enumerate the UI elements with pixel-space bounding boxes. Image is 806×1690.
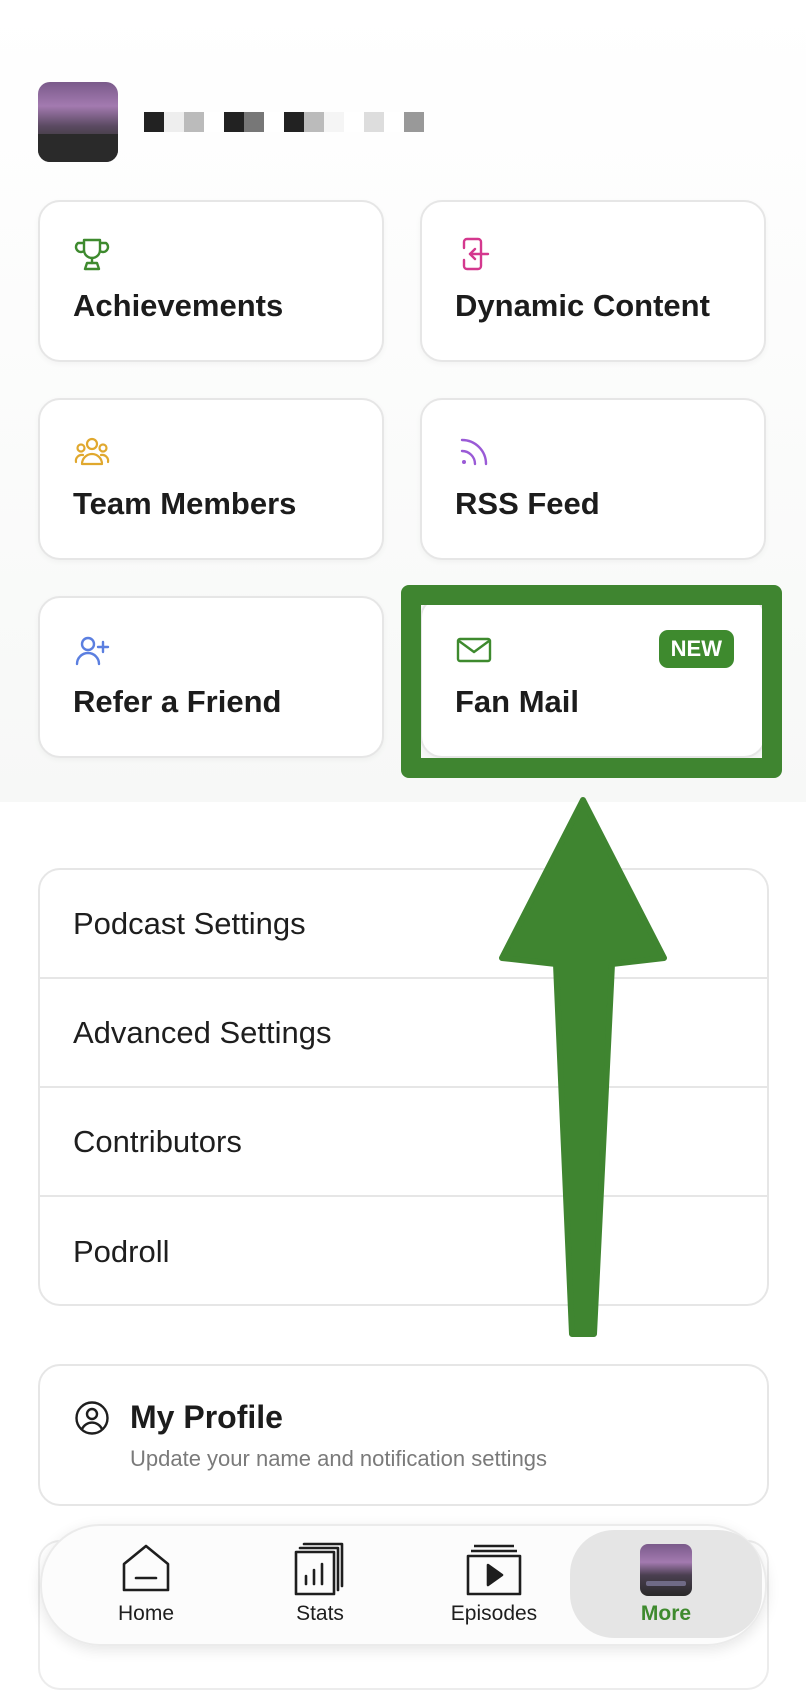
redacted-pixel (364, 112, 384, 132)
redacted-pixel (164, 112, 184, 132)
redacted-pixel (204, 112, 224, 132)
redacted-pixel (284, 112, 304, 132)
nav-episodes[interactable]: Episodes (414, 1540, 574, 1636)
home-icon (122, 1544, 170, 1592)
nav-label: Stats (296, 1602, 344, 1625)
redacted-pixel (384, 112, 404, 132)
redacted-pixel (244, 112, 264, 132)
profile-title: My Profile (130, 1399, 283, 1435)
redacted-pixel (304, 112, 324, 132)
insert-content-icon (462, 237, 490, 271)
user-circle-icon (75, 1401, 109, 1435)
nav-label: Episodes (450, 1602, 538, 1625)
rss-feed-card[interactable]: RSS Feed (420, 398, 766, 560)
status-bar-remnant (0, 0, 806, 30)
card-label: RSS Feed (455, 486, 600, 521)
nav-more[interactable]: More (570, 1530, 762, 1638)
redacted-pixel (404, 112, 424, 132)
rss-icon (460, 438, 488, 466)
dynamic-content-card[interactable]: Dynamic Content (420, 200, 766, 362)
achievements-card[interactable]: Achievements (38, 200, 384, 362)
redacted-pixel (184, 112, 204, 132)
settings-row-podcast-settings[interactable]: Podcast Settings (40, 870, 767, 979)
redacted-pixel (324, 112, 344, 132)
redacted-pixel (144, 112, 164, 132)
podcast-thumbnail (640, 1544, 692, 1596)
card-label: Refer a Friend (73, 684, 282, 719)
redacted-pixel (344, 112, 364, 132)
nav-home[interactable]: Home (66, 1540, 226, 1636)
card-label: Team Members (73, 486, 297, 521)
add-user-icon (75, 636, 110, 666)
podcast-header[interactable] (38, 82, 424, 162)
redacted-pixel (264, 112, 284, 132)
nav-label: Home (117, 1602, 175, 1625)
refer-a-friend-card[interactable]: Refer a Friend (38, 596, 384, 758)
settings-row-advanced-settings[interactable]: Advanced Settings (40, 979, 767, 1088)
podcast-artwork (38, 82, 118, 162)
profile-subtitle: Update your name and notification settin… (130, 1446, 548, 1471)
clipped-text-fragment (150, 0, 220, 4)
trophy-icon (74, 238, 110, 271)
settings-list: Podcast Settings Advanced Settings Contr… (38, 868, 769, 1306)
podcast-name-pixelated (144, 112, 424, 132)
nav-label: More (640, 1602, 692, 1625)
team-members-card[interactable]: Team Members (38, 398, 384, 560)
redacted-pixel (224, 112, 244, 132)
card-label: Dynamic Content (455, 288, 710, 323)
annotation-highlight-box (401, 585, 782, 778)
nav-stats[interactable]: Stats (240, 1540, 400, 1636)
settings-row-podroll[interactable]: Podroll (40, 1197, 767, 1304)
stats-icon (294, 1542, 344, 1596)
settings-row-contributors[interactable]: Contributors (40, 1088, 767, 1197)
team-icon (74, 437, 110, 466)
card-label: Achievements (73, 288, 284, 323)
episodes-icon (466, 1544, 522, 1596)
bottom-navigation: Home Stats Episodes More (40, 1524, 767, 1646)
my-profile-card[interactable]: My Profile Update your name and notifica… (38, 1364, 769, 1506)
